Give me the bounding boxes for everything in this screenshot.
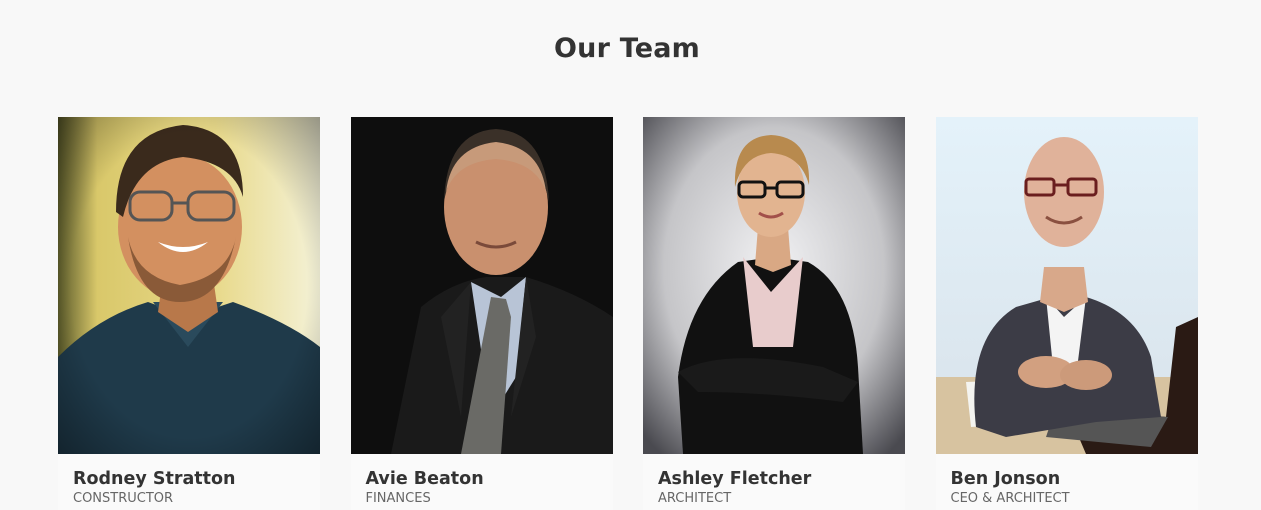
team-grid: Rodney Stratton CONSTRUCTOR Avie Beaton … [58,117,1198,510]
member-name[interactable]: Avie Beaton [366,468,598,490]
member-role: CONSTRUCTOR [73,491,174,506]
member-name[interactable]: Ashley Fletcher [658,468,890,490]
section-title: Our Team [554,33,700,64]
member-role: CEO & ARCHITECT [950,491,1070,506]
member-photo [643,117,905,454]
member-photo [350,117,613,454]
team-member-card[interactable]: Rodney Stratton CONSTRUCTOR [58,117,320,510]
member-role: ARCHITECT [658,491,732,506]
member-info: Ben Jonson CEO & ARCHITECT [936,454,1198,510]
member-photo [935,117,1198,454]
team-member-card[interactable]: Ashley Fletcher ARCHITECT [643,117,905,510]
member-photo [58,117,320,454]
member-name[interactable]: Ben Jonson [951,468,1183,490]
member-info: Rodney Stratton CONSTRUCTOR [58,454,320,510]
member-info: Ashley Fletcher ARCHITECT [643,454,905,510]
team-member-card[interactable]: Ben Jonson CEO & ARCHITECT [935,117,1198,510]
member-role: FINANCES [365,491,431,506]
member-name[interactable]: Rodney Stratton [73,468,305,490]
team-member-card[interactable]: Avie Beaton FINANCES [350,117,613,510]
member-info: Avie Beaton FINANCES [351,454,613,510]
